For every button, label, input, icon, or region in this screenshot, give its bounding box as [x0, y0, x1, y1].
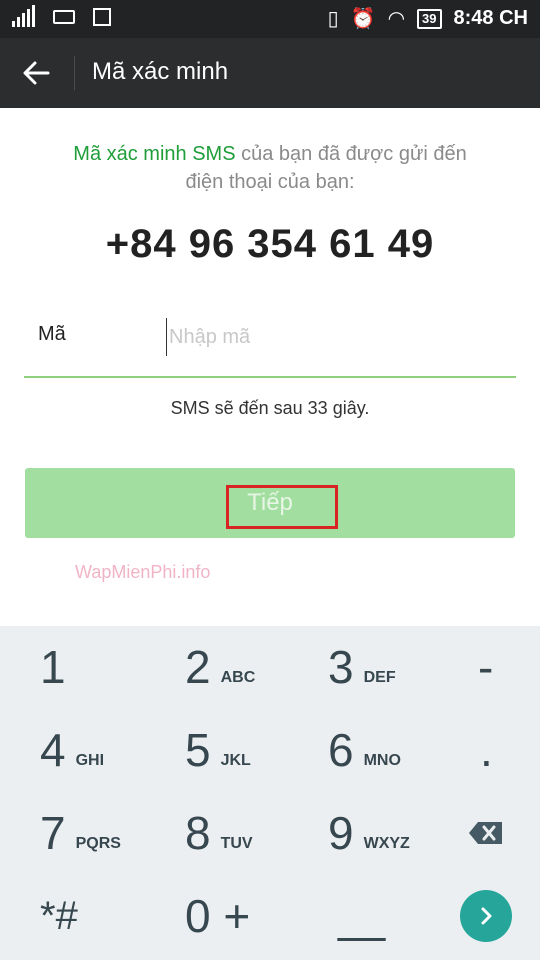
image-icon [93, 8, 111, 26]
go-button[interactable] [460, 890, 512, 942]
divider [74, 56, 75, 90]
alarm-icon: ⏰ [350, 8, 376, 30]
watermark: WapMienPhi.info [75, 562, 211, 582]
status-bar: ▯ ⏰ ◠ 39 8:48 CH [0, 0, 540, 38]
backspace-icon [469, 822, 502, 844]
phone-number: +84 96 354 61 49 [105, 222, 435, 266]
key-0[interactable]: 0 + [185, 875, 250, 957]
sms-countdown: SMS sẽ đến sau 33 giây. [170, 398, 370, 418]
highlight-box [226, 485, 338, 529]
wifi-icon: ◠ [387, 8, 406, 30]
keyboard-icon [53, 10, 75, 24]
key-period[interactable]: . [480, 709, 493, 791]
key-space[interactable]: __ [338, 875, 385, 957]
key-3[interactable]: 3 DEF [328, 626, 396, 708]
vibrate-icon: ▯ [327, 8, 339, 30]
info-highlight: Mã xác minh SMS [73, 143, 236, 165]
key-1[interactable]: 1 [40, 626, 66, 708]
clock: 8:48 CH [453, 7, 528, 29]
signal-icon [12, 5, 35, 27]
key-9[interactable]: 9 WXYZ [328, 792, 410, 874]
key-dash[interactable]: - [478, 626, 493, 708]
battery-icon: 39 [417, 8, 442, 29]
key-star-hash[interactable]: *# [40, 875, 78, 957]
backspace-key[interactable] [468, 792, 504, 874]
key-8[interactable]: 8 TUV [185, 792, 253, 874]
verification-info: Mã xác minh SMS của bạn đã được gửi đến … [0, 140, 540, 196]
key-2[interactable]: 2 ABC [185, 626, 255, 708]
key-7[interactable]: 7 PQRS [40, 792, 121, 874]
info-text-line2: điện thoại của bạn: [185, 171, 355, 193]
input-underline [24, 376, 516, 378]
app-bar: Mã xác minh [0, 38, 540, 108]
key-6[interactable]: 6 MNO [328, 709, 401, 791]
key-4[interactable]: 4 GHI [40, 709, 104, 791]
code-input[interactable] [166, 318, 511, 356]
code-label: Mã [38, 323, 66, 345]
page-title: Mã xác minh [92, 58, 229, 85]
info-text: của bạn đã được gửi đến [235, 143, 467, 165]
numeric-keypad: 1 2 ABC 3 DEF - 4 GHI 5 JKL 6 MNO . 7 PQRS 8 TU… [0, 626, 540, 960]
key-5[interactable]: 5 JKL [185, 709, 251, 791]
go-key[interactable] [460, 875, 512, 957]
next-arrow-icon [481, 907, 492, 925]
back-arrow-icon[interactable] [20, 56, 54, 90]
